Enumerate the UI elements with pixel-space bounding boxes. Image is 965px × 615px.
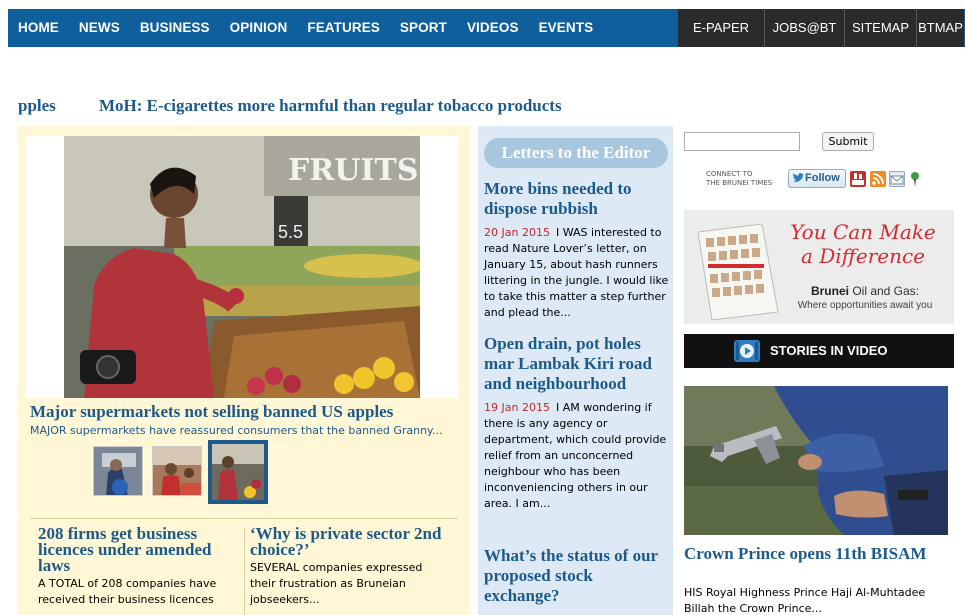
main-nav: HOME NEWS BUSINESS OPINION FEATURES SPOR… <box>8 9 603 47</box>
connect-line-2: THE BRUNEI TIMES <box>706 179 773 187</box>
sub-story-headline[interactable]: ‘Why is private sector 2nd choice?’ <box>250 525 450 558</box>
thumb-shop-photo <box>153 447 201 495</box>
gallery-thumb-2[interactable] <box>152 446 202 496</box>
gallery-thumb-1[interactable] <box>93 446 143 496</box>
gallery-thumb-3-selected[interactable] <box>208 440 268 504</box>
letters-column: Letters to the Editor More bins needed t… <box>478 126 673 615</box>
hero-image[interactable]: FRUITS 5.5 <box>64 136 420 398</box>
sub-story-summary: SEVERAL companies expressed their frustr… <box>250 561 423 606</box>
top-navigation: HOME NEWS BUSINESS OPINION FEATURES SPOR… <box>8 9 965 47</box>
section-divider <box>30 518 458 519</box>
advertisement-banner[interactable]: You Can Make a Difference Brunei Oil and… <box>684 210 954 324</box>
map-pin-icon[interactable] <box>910 171 920 187</box>
ad-tagline-line-2: a Difference <box>800 244 926 268</box>
nav-jobs[interactable]: JOBS@BT <box>764 9 844 47</box>
nav-home[interactable]: HOME <box>8 9 69 47</box>
fruits-sign: FRUITS <box>288 153 418 188</box>
thumb-fruit-photo <box>212 444 264 500</box>
nav-events[interactable]: EVENTS <box>529 9 604 47</box>
ad-subtext: Where opportunities await you <box>797 300 933 311</box>
letter-headline[interactable]: More bins needed to dispose rubbish <box>484 179 670 219</box>
secondary-nav: E-PAPER JOBS@BT SITEMAP BTMAP <box>678 9 964 47</box>
nav-business[interactable]: BUSINESS <box>130 9 220 47</box>
stories-label: STORIES IN VIDEO <box>770 343 888 358</box>
envelope-glyph <box>890 175 904 185</box>
price-tag: 5.5 <box>278 222 303 242</box>
ad-tagline: You Can Make a Difference <box>778 220 948 268</box>
nav-epaper[interactable]: E-PAPER <box>678 9 764 47</box>
map-pin-glyph <box>911 172 919 187</box>
youtube-glyph <box>852 173 864 185</box>
letter-date: 19 Jan 2015 <box>484 401 550 414</box>
ticker-item[interactable]: MoH: E-cigarettes more harmful than regu… <box>99 96 562 116</box>
letter-item-1: More bins needed to dispose rubbish 20 J… <box>484 179 670 321</box>
ad-book-graphic <box>698 224 778 320</box>
video-play-icon <box>734 340 760 362</box>
connect-label: CONNECT TO THE BRUNEI TIMES <box>706 170 786 188</box>
letters-heading[interactable]: Letters to the Editor <box>484 138 668 168</box>
twitter-follow-button[interactable]: Follow <box>788 169 846 188</box>
stories-in-video-header[interactable]: STORIES IN VIDEO <box>684 334 954 368</box>
letter-item-3: What’s the status of our proposed stock … <box>484 546 670 606</box>
letter-headline[interactable]: What’s the status of our proposed stock … <box>484 546 670 606</box>
thumb-ceremony-photo <box>94 447 142 495</box>
ad-brand-bold: Brunei <box>810 284 849 298</box>
letter-headline[interactable]: Open drain, pot holes mar Lambak Kiri ro… <box>484 334 670 394</box>
letter-item-2: Open drain, pot holes mar Lambak Kiri ro… <box>484 334 670 512</box>
connect-line-1: CONNECT TO <box>706 170 753 178</box>
email-icon[interactable] <box>889 171 905 187</box>
nav-btmap[interactable]: BTMAP <box>916 9 964 47</box>
news-ticker: pples MoH: E-cigarettes more harmful tha… <box>18 96 678 118</box>
hero-headline[interactable]: Major supermarkets not selling banned US… <box>30 402 393 422</box>
nav-videos[interactable]: VIDEOS <box>457 9 529 47</box>
letter-date: 20 Jan 2015 <box>484 226 550 239</box>
ticker-item[interactable]: pples <box>18 96 56 116</box>
letter-text: I WAS interested to read Nature Lover’s … <box>484 226 669 319</box>
sub-story-separator <box>244 528 245 615</box>
nav-sitemap[interactable]: SITEMAP <box>844 9 916 47</box>
youtube-icon[interactable] <box>850 171 866 187</box>
video-summary: HIS Royal Highness Prince Haji Al-Muhtad… <box>684 586 926 615</box>
supermarket-photo: FRUITS 5.5 <box>64 136 420 398</box>
featured-stories: FRUITS 5.5 Major supermarkets not sellin… <box>18 126 470 615</box>
right-sidebar: Submit CONNECT TO THE BRUNEI TIMES Follo… <box>684 126 954 615</box>
sub-story-2: ‘Why is private sector 2nd choice?’ SEVE… <box>250 525 450 608</box>
video-headline[interactable]: Crown Prince opens 11th BISAM <box>684 544 954 564</box>
hero-image-frame: FRUITS 5.5 <box>26 136 458 398</box>
video-thumbnail[interactable] <box>684 386 948 535</box>
sub-story-1: 208 firms get business licences under am… <box>38 525 238 608</box>
nav-news[interactable]: NEWS <box>69 9 130 47</box>
submit-button[interactable]: Submit <box>822 132 874 151</box>
ad-tagline-line-1: You Can Make <box>790 220 936 244</box>
sub-story-summary: A TOTAL of 208 companies have received t… <box>38 577 217 606</box>
search-input[interactable] <box>684 132 800 151</box>
ad-brand-rest: Oil and Gas: <box>848 284 920 298</box>
nav-features[interactable]: FEATURES <box>297 9 390 47</box>
sub-story-headline[interactable]: 208 firms get business licences under am… <box>38 525 238 574</box>
shooting-range-photo <box>684 386 948 535</box>
letter-excerpt: 20 Jan 2015 I WAS interested to read Natu… <box>484 225 670 321</box>
follow-label: Follow <box>805 172 840 184</box>
letter-text: I AM wondering if there is any agency or… <box>484 401 667 510</box>
nav-sport[interactable]: SPORT <box>390 9 457 47</box>
nav-opinion[interactable]: OPINION <box>220 9 298 47</box>
hero-summary[interactable]: MAJOR supermarkets have reassured consum… <box>30 424 442 437</box>
ad-brand: Brunei Oil and Gas: <box>780 284 950 298</box>
twitter-bird-icon <box>793 173 804 182</box>
rss-glyph <box>872 173 884 185</box>
letter-excerpt: 19 Jan 2015 I AM wondering if there is an… <box>484 400 670 512</box>
rss-icon[interactable] <box>870 171 886 187</box>
